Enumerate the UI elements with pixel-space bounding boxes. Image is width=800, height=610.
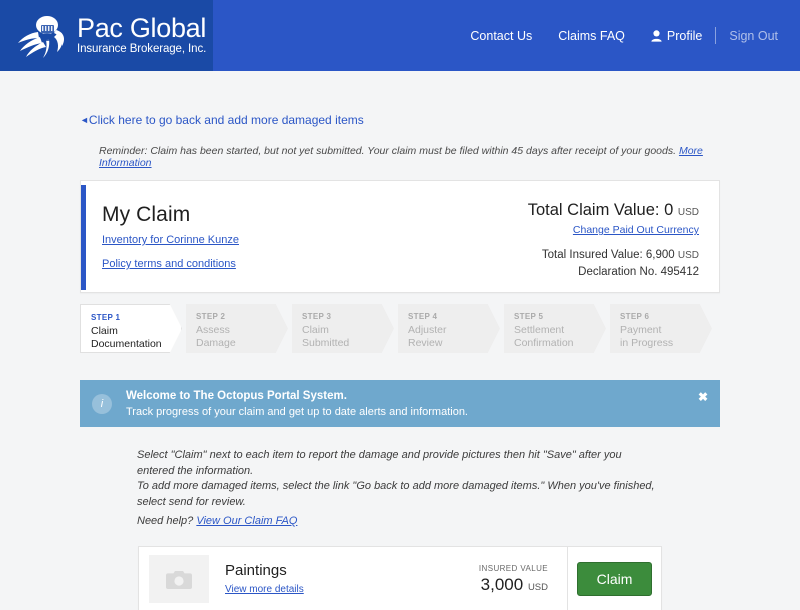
declaration-number: Declaration No. 495412 [578, 266, 699, 278]
close-icon[interactable]: ✖ [698, 390, 708, 404]
back-link-row: ◄Click here to go back and add more dama… [80, 71, 720, 129]
step-2-number: STEP 2 [196, 312, 226, 321]
claim-card-left: My Claim Inventory for Corinne Kunze Pol… [81, 181, 239, 292]
total-insured-text: Total Insured Value: 6,900 [541, 249, 675, 261]
list-item: Paintings View more details INSURED VALU… [138, 545, 662, 610]
site-header: Pac Global Insurance Brokerage, Inc. Con… [0, 0, 800, 71]
instructions-line-1: Select "Claim" next to each item to repo… [137, 449, 622, 477]
octopus-logo-icon [18, 15, 64, 58]
nav-sign-out[interactable]: Sign Out [729, 29, 778, 43]
step-4-label: Adjuster Review [408, 324, 447, 349]
primary-nav: Contact Us Claims FAQ Profile Sign Out [470, 0, 778, 71]
insured-value-unit: USD [527, 581, 548, 593]
insured-value-amount: 3,000 [480, 574, 524, 594]
reminder-message: Reminder: Claim has been started, but no… [99, 145, 677, 157]
claim-summary-card: My Claim Inventory for Corinne Kunze Pol… [80, 180, 720, 293]
step-2-label: Assess Damage [196, 324, 236, 349]
brand-logo[interactable]: Pac Global Insurance Brokerage, Inc. [16, 13, 206, 59]
profile-group: Profile Sign Out [651, 27, 778, 44]
need-help-row: Need help? View Our Claim FAQ [137, 514, 660, 530]
claim-button[interactable]: Claim [576, 562, 653, 596]
nav-claims-faq[interactable]: Claims FAQ [558, 29, 625, 43]
total-claim-unit: USD [677, 207, 699, 218]
policy-terms-link[interactable]: Policy terms and conditions [102, 258, 239, 270]
step-5-label: Settlement Confirmation [514, 324, 574, 349]
brand-title: Pac Global [77, 13, 207, 44]
view-claim-faq-link[interactable]: View Our Claim FAQ [196, 515, 297, 527]
brand-subtitle: Insurance Brokerage, Inc. [77, 43, 207, 56]
instructions-line-2: To add more damaged items, select the li… [137, 480, 655, 508]
step-6-label: Payment in Progress [620, 324, 674, 349]
info-banner-subtitle: Track progress of your claim and get up … [126, 405, 468, 418]
info-icon: i [92, 393, 112, 414]
back-to-items-link[interactable]: ◄Click here to go back and add more dama… [80, 113, 364, 127]
step-1-label: Claim Documentation [91, 325, 162, 350]
step-6-number: STEP 6 [620, 312, 650, 321]
total-claim-label: Total Claim Value: [527, 201, 660, 219]
item-info: Paintings View more details [225, 562, 479, 597]
need-help-label: Need help? [137, 515, 194, 527]
view-more-details-link[interactable]: View more details [225, 584, 304, 595]
back-caret-icon: ◄ [80, 115, 89, 125]
total-insured-value: Total Insured Value: 6,900 USD [528, 249, 699, 261]
claim-progress-steps: STEP 1 Claim Documentation STEP 2 Assess D… [80, 304, 720, 353]
item-name: Paintings [225, 561, 287, 579]
reminder-text: Reminder: Claim has been started, but no… [80, 145, 720, 169]
step-4[interactable]: STEP 4 Adjuster Review [398, 304, 500, 353]
insured-value-label: INSURED VALUE [478, 563, 548, 573]
item-insured-value: INSURED VALUE 3,000 USD [478, 545, 568, 610]
claim-button-cell: Claim [568, 562, 661, 596]
total-claim-value-row: Total Claim Value: 0 USD [528, 201, 699, 220]
instructions-block: Select "Claim" next to each item to repo… [80, 448, 720, 530]
step-5[interactable]: STEP 5 Settlement Confirmation [504, 304, 606, 353]
total-insured-unit: USD [677, 250, 699, 261]
step-4-number: STEP 4 [408, 312, 438, 321]
step-6[interactable]: STEP 6 Payment in Progress [610, 304, 712, 353]
insured-value-amount-row: 3,000 USD [479, 575, 548, 595]
change-currency-link[interactable]: Change Paid Out Currency [528, 224, 699, 236]
user-icon [651, 29, 662, 42]
welcome-info-banner: i Welcome to The Octopus Portal System. … [80, 380, 720, 427]
step-5-number: STEP 5 [514, 312, 544, 321]
page-content: ◄Click here to go back and add more dama… [0, 71, 800, 610]
claim-card-accent-bar [81, 185, 86, 290]
step-1[interactable]: STEP 1 Claim Documentation [80, 304, 182, 353]
camera-icon [166, 570, 192, 589]
step-3-label: Claim Submitted [302, 324, 350, 349]
inventory-link[interactable]: Inventory for Corinne Kunze [102, 234, 239, 246]
step-2[interactable]: STEP 2 Assess Damage [186, 304, 288, 353]
back-link-label: Click here to go back and add more damag… [88, 113, 364, 127]
page-title: My Claim [102, 203, 191, 226]
claim-card-right: Total Claim Value: 0 USD Change Paid Out… [528, 181, 719, 292]
item-thumbnail [149, 555, 209, 603]
step-1-number: STEP 1 [91, 313, 121, 322]
nav-profile[interactable]: Profile [667, 29, 702, 43]
claim-items-list: Paintings View more details INSURED VALU… [80, 545, 720, 610]
info-banner-text: Welcome to The Octopus Portal System. Tr… [126, 390, 468, 418]
info-banner-title: Welcome to The Octopus Portal System. [126, 389, 347, 402]
nav-divider [715, 27, 717, 44]
step-3-number: STEP 3 [302, 312, 332, 321]
step-3[interactable]: STEP 3 Claim Submitted [292, 304, 394, 353]
total-claim-amount: 0 [664, 201, 674, 219]
nav-contact-us[interactable]: Contact Us [470, 29, 532, 43]
